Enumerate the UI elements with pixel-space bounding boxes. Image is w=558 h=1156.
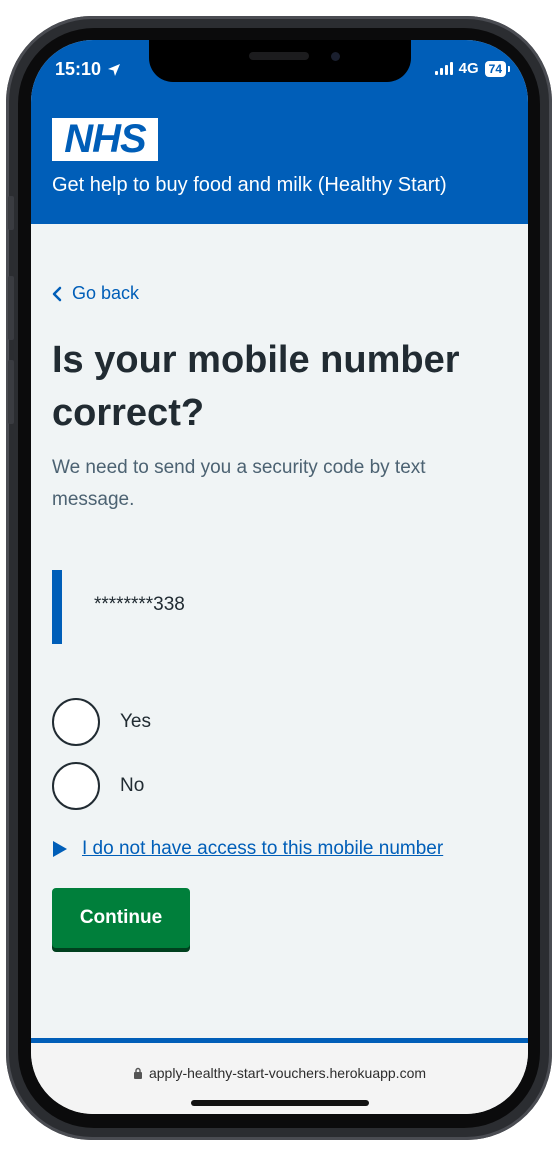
go-back-label: Go back (72, 283, 140, 303)
radio-button-yes[interactable] (52, 698, 100, 746)
signal-bars-icon (434, 62, 453, 75)
mute-switch (8, 196, 14, 230)
camera-notch (149, 40, 411, 82)
front-camera (331, 52, 340, 61)
service-name[interactable]: Get help to buy food and milk (Healthy S… (52, 174, 447, 197)
details-summary-link[interactable]: I do not have access to this mobile numb… (82, 838, 443, 860)
page-title: Is your mobile number correct? (52, 339, 460, 434)
no-access-details[interactable]: I do not have access to this mobile numb… (52, 838, 443, 860)
mobile-number-inset: ********338 (52, 570, 502, 644)
hint-text: We need to send you a security code by t… (52, 457, 426, 510)
radio-label-yes[interactable]: Yes (120, 711, 151, 733)
nhs-header: 15:10 4G 74 NHS Get help to buy food and… (31, 40, 528, 224)
masked-mobile-number: ********338 (94, 594, 185, 615)
network-type: 4G (458, 60, 479, 77)
location-arrow-icon (108, 63, 121, 76)
battery-icon: 74 (484, 60, 511, 77)
speaker (249, 52, 309, 60)
phone-screen: 15:10 4G 74 NHS Get help to buy food and… (31, 40, 528, 1114)
nhs-logo[interactable]: NHS (52, 118, 158, 161)
url-text: apply-healthy-start-vouchers.herokuapp.c… (148, 1065, 427, 1081)
browser-url-bar[interactable]: apply-healthy-start-vouchers.herokuapp.c… (31, 1043, 528, 1114)
continue-button[interactable]: Continue (52, 888, 190, 948)
radio-option-no[interactable]: No (52, 762, 144, 810)
lock-icon (133, 1067, 142, 1079)
radio-button-no[interactable] (52, 762, 100, 810)
url-display[interactable]: apply-healthy-start-vouchers.herokuapp.c… (31, 1065, 528, 1081)
home-indicator[interactable] (191, 1100, 369, 1106)
triangle-right-icon (53, 841, 67, 857)
go-back-link[interactable]: Go back (52, 283, 139, 304)
volume-up-button (8, 276, 14, 340)
chevron-left-icon (52, 286, 62, 301)
clock: 15:10 (55, 59, 102, 79)
radio-option-yes[interactable]: Yes (52, 698, 151, 746)
status-bar-indicators: 4G 74 (434, 60, 511, 77)
status-bar-time: 15:10 (55, 59, 121, 80)
radio-label-no[interactable]: No (120, 775, 144, 797)
volume-down-button (8, 360, 14, 424)
